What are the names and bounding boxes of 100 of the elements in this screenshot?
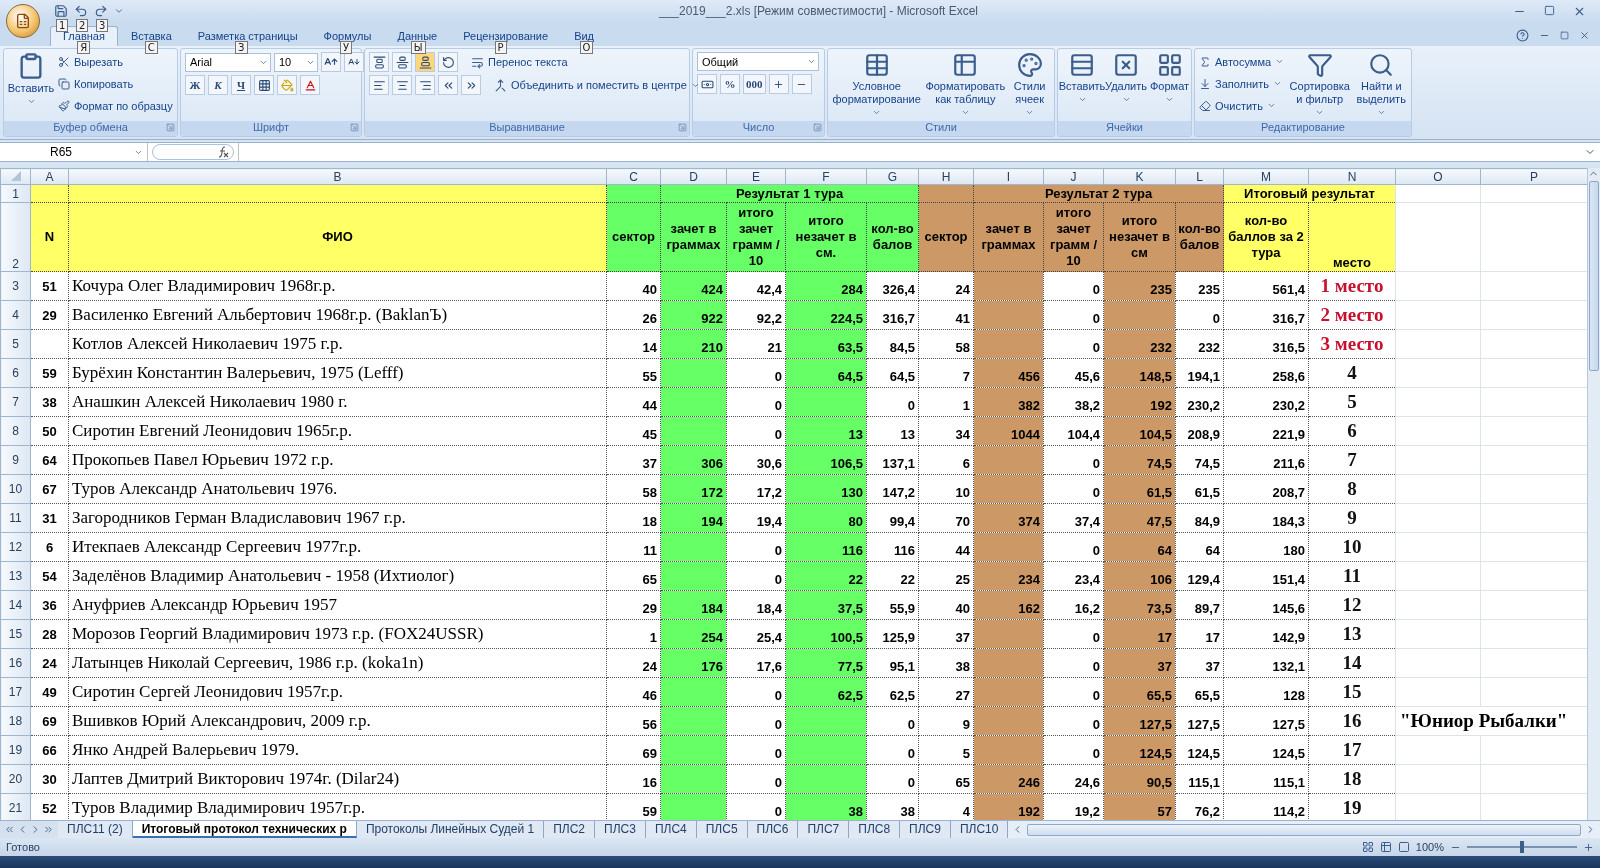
scrollbar-thumb[interactable] (1589, 181, 1599, 371)
orientation-icon[interactable] (438, 52, 458, 72)
align-left-icon[interactable] (369, 75, 389, 95)
column-header[interactable]: P (1480, 168, 1587, 185)
ribbon-button[interactable]: Стили ячеек (1009, 52, 1050, 118)
thousands-button[interactable]: 000 (743, 74, 766, 94)
sheet-tab[interactable]: ПЛС2 (544, 821, 596, 838)
row-header[interactable]: 18 (0, 706, 31, 736)
page-break-icon[interactable] (1397, 841, 1410, 853)
help-icon[interactable] (1516, 29, 1529, 42)
row-header[interactable]: 15 (0, 619, 31, 649)
column-header[interactable]: A (30, 168, 69, 185)
column-header[interactable]: I (973, 168, 1044, 185)
currency-icon[interactable] (697, 74, 717, 94)
ribbon-button[interactable]: Удалить (1106, 52, 1146, 118)
column-header[interactable]: K (1103, 168, 1176, 185)
ribbon-button[interactable]: Найти и выделить (1355, 52, 1407, 118)
row-header[interactable]: 11 (0, 503, 31, 533)
row-header[interactable]: 20 (0, 764, 31, 794)
undo-icon[interactable] (74, 4, 88, 18)
row-header[interactable]: 21 (0, 793, 31, 820)
ribbon-button[interactable]: Формат по образцу (58, 96, 173, 115)
slider-thumb[interactable] (1520, 841, 1524, 853)
row-header[interactable]: 5 (0, 329, 31, 359)
row-header[interactable]: 16 (0, 648, 31, 678)
sheet-tab[interactable]: ПЛС8 (849, 821, 901, 838)
column-header[interactable]: E (726, 168, 786, 185)
align-center-icon[interactable] (392, 75, 412, 95)
column-header[interactable]: L (1175, 168, 1224, 185)
percent-button[interactable]: % (720, 74, 740, 94)
row-header[interactable]: 8 (0, 416, 31, 446)
ribbon-button[interactable]: Копировать (58, 74, 173, 93)
save-icon[interactable] (54, 4, 68, 18)
row-header[interactable]: 6 (0, 358, 31, 388)
redo-icon[interactable] (94, 4, 108, 18)
increase-decimal-icon[interactable] (768, 74, 789, 94)
borders-icon[interactable] (254, 75, 274, 95)
align-right-icon[interactable] (415, 75, 435, 95)
row-header[interactable]: 10 (0, 474, 31, 504)
align-middle-icon[interactable] (392, 52, 412, 72)
row-header[interactable]: 7 (0, 387, 31, 417)
sheet-tab[interactable]: ПЛС9 (900, 821, 951, 838)
column-header[interactable]: N (1308, 168, 1396, 185)
normal-view-icon[interactable] (1361, 841, 1374, 853)
zoom-level[interactable]: 100% (1415, 841, 1444, 853)
sheet-tab[interactable]: ПЛС3 (595, 821, 646, 838)
sheet-tab[interactable]: ПЛС4 (645, 821, 697, 838)
page-layout-icon[interactable] (1379, 841, 1392, 853)
office-button[interactable] (6, 4, 40, 38)
row-header[interactable]: 19 (0, 735, 31, 765)
close-icon[interactable] (1579, 30, 1590, 41)
column-header[interactable]: B (68, 168, 607, 185)
zoom-in-icon[interactable] (1583, 841, 1594, 853)
sheet-tab[interactable]: ПЛС5 (696, 821, 748, 838)
number-format-field[interactable]: Общий (697, 52, 819, 71)
scrollbar-thumb[interactable] (1027, 823, 1581, 836)
align-top-icon[interactable] (369, 52, 389, 72)
sheet-tab[interactable]: ПЛС7 (798, 821, 850, 838)
row-header[interactable]: 9 (0, 445, 31, 475)
column-header[interactable]: G (866, 168, 919, 185)
row-header[interactable]: 4 (0, 300, 31, 330)
increase-indent-icon[interactable] (461, 75, 481, 95)
ribbon-button[interactable]: Форматировать как таблицу (925, 52, 1006, 118)
sheet-tab[interactable]: Итоговый протокол технических р (132, 821, 357, 838)
font-color-icon[interactable] (300, 75, 320, 95)
font-name-field[interactable]: Arial (185, 52, 271, 72)
customize-icon[interactable] (114, 6, 124, 16)
restore-icon[interactable] (1560, 31, 1569, 40)
font-size-field[interactable]: 10 (274, 52, 318, 72)
merge-button[interactable]: Объединить и поместить в центре (494, 75, 700, 95)
ribbon-button[interactable]: Вырезать (58, 52, 173, 71)
ribbon-button[interactable]: Очистить (1199, 96, 1285, 115)
last-sheet-icon[interactable] (43, 824, 54, 835)
font-style-button[interactable]: Ч (231, 75, 251, 95)
ribbon-button[interactable]: Формат (1150, 52, 1190, 118)
row-header[interactable]: 12 (0, 532, 31, 562)
column-header[interactable]: J (1043, 168, 1104, 185)
column-header[interactable]: F (785, 168, 867, 185)
wrap-text-button[interactable]: Перенос текста (471, 52, 568, 72)
row-header[interactable]: 13 (0, 561, 31, 591)
sheet-tab[interactable]: ПЛС6 (747, 821, 799, 838)
column-header[interactable]: C (606, 168, 661, 185)
row-header[interactable]: 3 (0, 271, 31, 301)
name-box[interactable]: R65 (0, 143, 148, 161)
column-header[interactable]: D (660, 168, 727, 185)
fill-color-icon[interactable] (277, 75, 297, 95)
column-header[interactable]: M (1223, 168, 1309, 185)
sheet-tab[interactable]: Протоколы Линейных Судей 1 (356, 821, 545, 838)
ribbon-button[interactable]: Автосумма (1199, 52, 1285, 71)
column-header[interactable]: H (918, 168, 974, 185)
ribbon-button[interactable]: Заполнить (1199, 74, 1285, 93)
first-sheet-icon[interactable] (4, 824, 15, 835)
row-header[interactable]: 2 (0, 202, 31, 272)
shrink-font-icon[interactable] (344, 52, 364, 72)
font-style-button[interactable]: Ж (185, 75, 205, 95)
decrease-indent-icon[interactable] (438, 75, 458, 95)
ribbon-button[interactable]: Условное форматирование (832, 52, 922, 118)
font-style-button[interactable]: К (208, 75, 228, 95)
sheet-tab[interactable]: ПЛС10 (950, 821, 1009, 838)
column-header[interactable]: O (1395, 168, 1481, 185)
